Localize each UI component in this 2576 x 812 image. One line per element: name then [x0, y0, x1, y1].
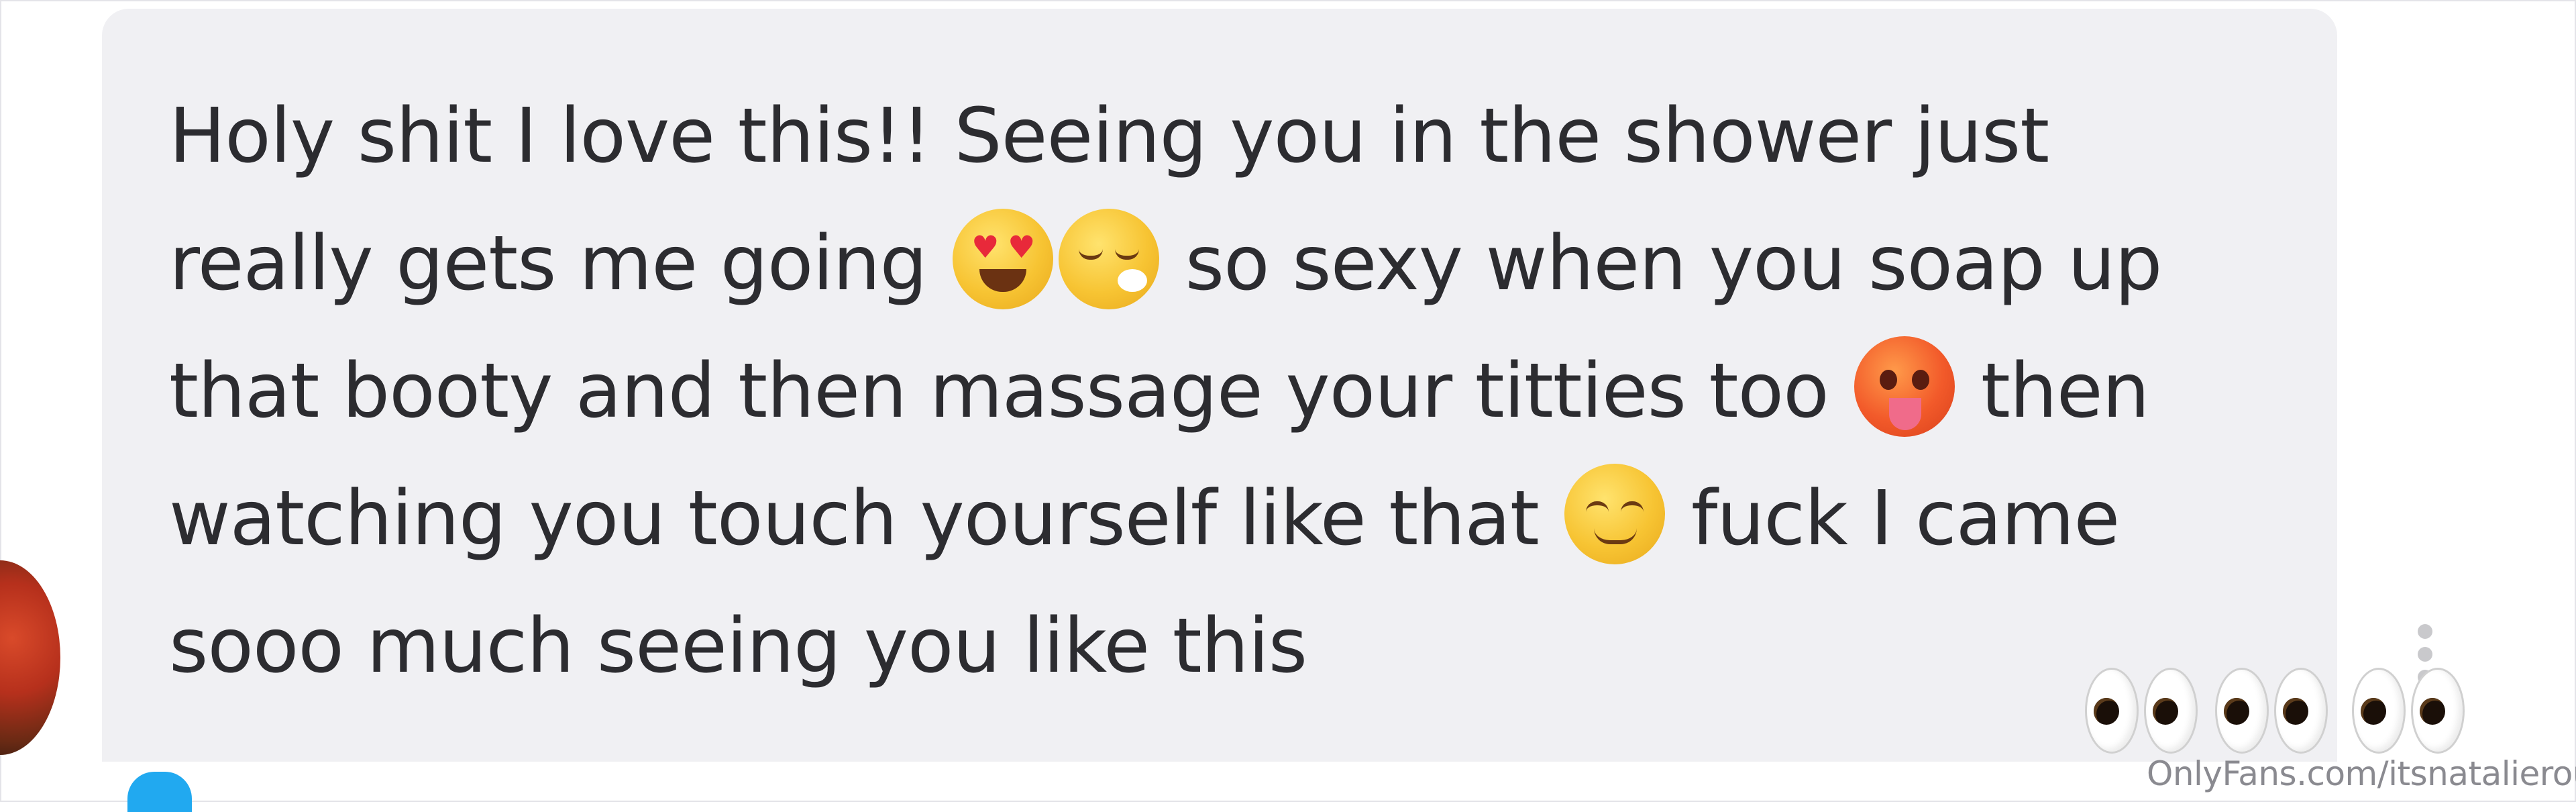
eyes-icon: [2352, 668, 2465, 754]
comment-line-3: that booty and then massage your titties…: [169, 327, 2282, 455]
comment-line-1: Holy shit I love this!! Seeing you in th…: [169, 93, 2049, 180]
heart-eyes-icon: ♥ ♥: [953, 209, 1054, 309]
eyes-icon: [2085, 668, 2198, 754]
comment-line-2: really gets me going ♥ ♥ so sexy when you…: [169, 200, 2282, 327]
like-heart-icon[interactable]: [127, 772, 192, 812]
like-count: [221, 784, 315, 791]
comment-line-5: sooo much seeing you like this: [169, 603, 1307, 690]
watermark: OnlyFans.com/itsnatalieroush: [2147, 754, 2576, 793]
drooling-face-icon: [1564, 464, 1666, 564]
comment-line-4: watching you touch yourself like that fu…: [169, 455, 2282, 582]
avatar[interactable]: [0, 560, 60, 755]
hot-face-icon: [1854, 336, 1955, 437]
comment-text: Holy shit I love this!! Seeing you in th…: [169, 72, 2282, 710]
eyes-icon: [2215, 668, 2328, 754]
face-exhaling-icon: [1059, 209, 1160, 309]
